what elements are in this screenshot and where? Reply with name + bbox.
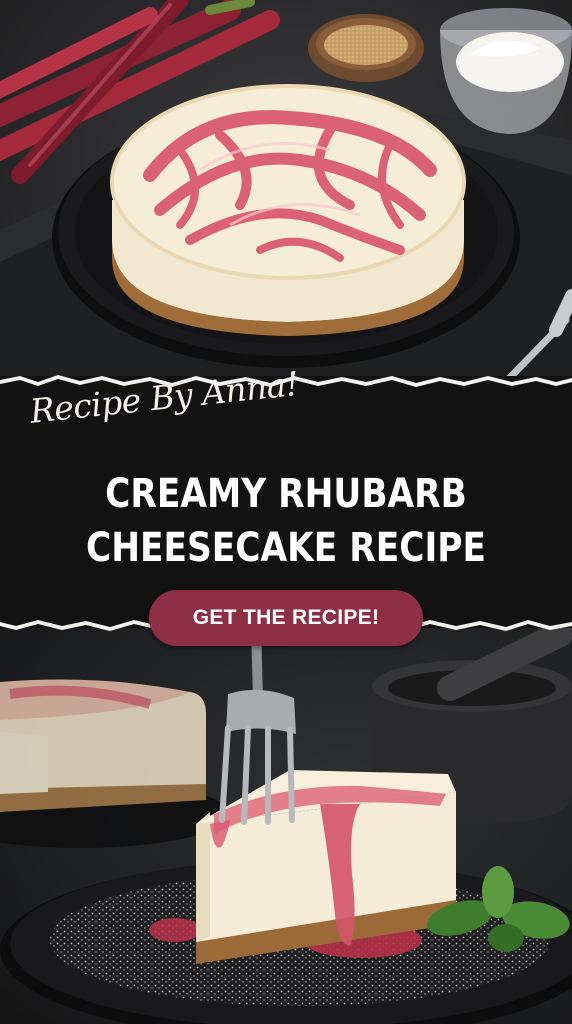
cream-bowl [440,8,572,134]
sugar-bowl [308,14,424,82]
whole-cheesecake [110,84,466,336]
background-cheesecake [0,679,230,848]
hero-photo-whole-cheesecake [0,0,572,400]
recipe-title-line-1: CREAMY RHUBARB [105,471,467,517]
recipe-title-line-2: CHEESECAKE RECIPE [85,525,487,571]
get-recipe-button[interactable]: GET THE RECIPE! [149,590,423,646]
slice-photo [0,624,572,1024]
